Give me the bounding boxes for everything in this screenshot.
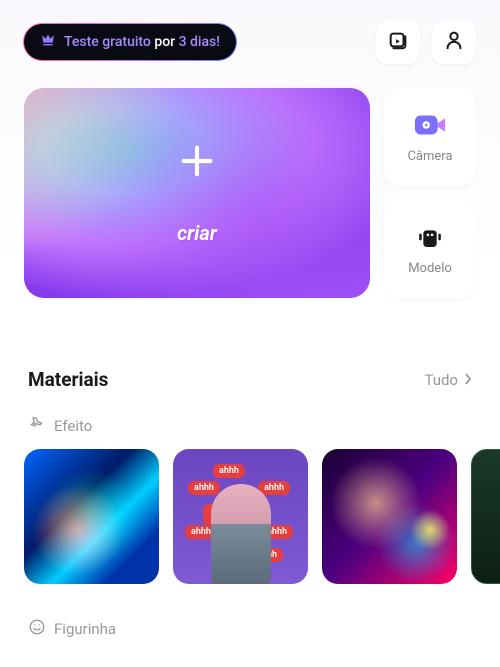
crown-icon — [40, 32, 56, 52]
all-link[interactable]: Tudo — [424, 371, 472, 389]
camera-label: Câmera — [407, 149, 452, 164]
materials-title: Materiais — [28, 368, 108, 391]
camera-icon — [413, 111, 447, 139]
effect-thumb[interactable] — [24, 449, 159, 584]
projects-button[interactable] — [376, 20, 420, 64]
create-label: criar — [177, 221, 217, 245]
effect-thumb[interactable] — [471, 449, 500, 584]
projects-icon — [387, 29, 409, 55]
effect-thumb[interactable] — [322, 449, 457, 584]
pin-icon — [28, 415, 46, 437]
trial-text: Teste gratuito por 3 dias! — [64, 34, 220, 50]
model-label: Modelo — [408, 261, 452, 276]
chevron-right-icon — [464, 371, 472, 389]
plus-icon — [177, 141, 217, 185]
effect-thumb[interactable]: ahhh ahhh ahhh ahhhh ahhh ahhh ahhh — [173, 449, 308, 584]
create-card[interactable]: criar — [24, 88, 370, 298]
effect-header[interactable]: Efeito — [0, 391, 500, 449]
profile-button[interactable] — [432, 20, 476, 64]
sticker-label: Figurinha — [54, 620, 116, 638]
smile-icon — [28, 618, 46, 640]
model-icon — [413, 223, 447, 251]
effect-thumbnails: ahhh ahhh ahhh ahhhh ahhh ahhh ahhh — [0, 449, 500, 584]
profile-icon — [443, 29, 465, 55]
sticker-header[interactable]: Figurinha — [0, 584, 500, 652]
trial-banner[interactable]: Teste gratuito por 3 dias! — [24, 24, 236, 60]
effect-label: Efeito — [54, 417, 92, 435]
camera-card[interactable]: Câmera — [384, 88, 476, 186]
all-label: Tudo — [424, 371, 458, 389]
model-card[interactable]: Modelo — [384, 200, 476, 298]
